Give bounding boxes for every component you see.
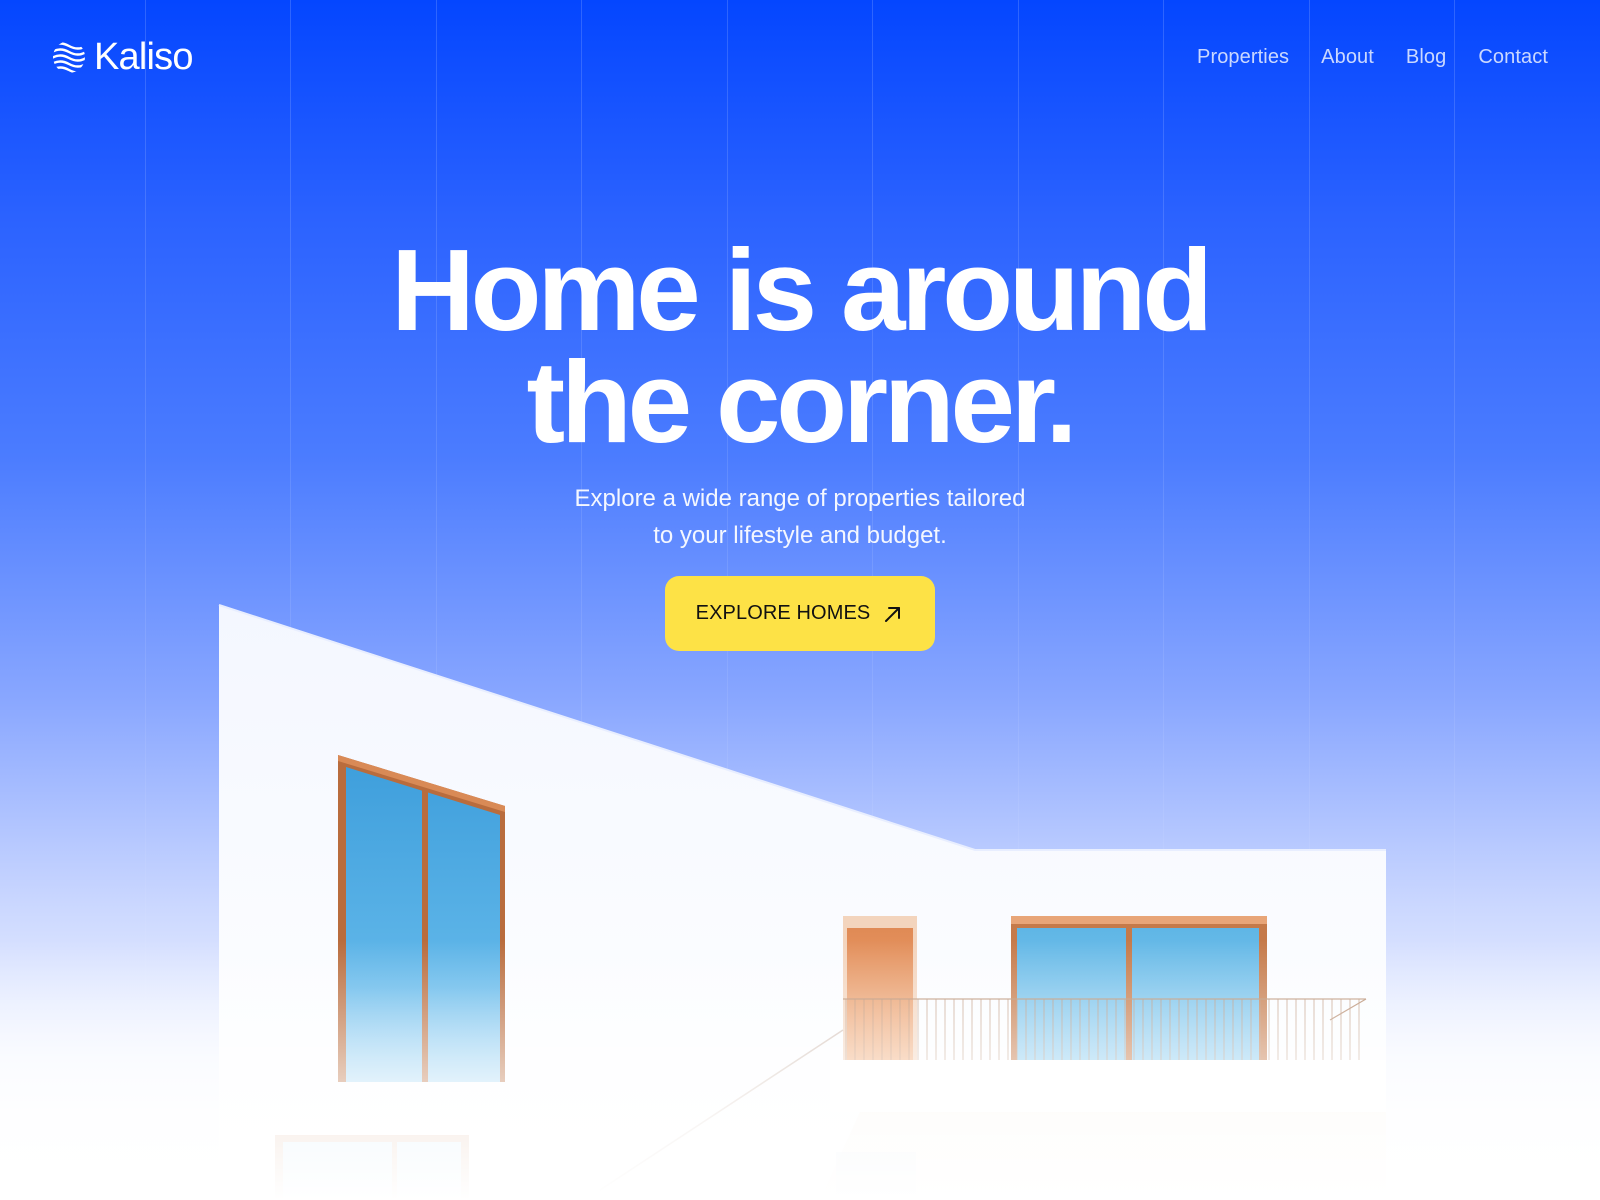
hero-subtitle-line-2: to your lifestyle and budget. bbox=[653, 522, 947, 549]
balcony-slab bbox=[830, 1060, 1386, 1112]
lower-left-window bbox=[275, 1135, 469, 1200]
balcony-window bbox=[1011, 916, 1267, 1060]
balcony-door bbox=[843, 916, 917, 1060]
explore-homes-button[interactable]: EXPLORE HOMES bbox=[665, 576, 935, 651]
lower-door bbox=[836, 1152, 916, 1200]
explore-homes-label: EXPLORE HOMES bbox=[695, 602, 871, 624]
tall-window bbox=[338, 755, 505, 1082]
arrow-up-right-icon bbox=[885, 606, 901, 622]
hero-title-line-2: the corner. bbox=[526, 337, 1078, 467]
hero-subtitle: Explore a wide range of properties tailo… bbox=[0, 480, 1600, 554]
hero-title-line-1: Home is around bbox=[391, 225, 1213, 355]
landing-page: Kaliso Properties About Blog Contact Hom… bbox=[0, 0, 1600, 1200]
hero-subtitle-line-1: Explore a wide range of properties tailo… bbox=[574, 485, 1026, 512]
hero-title: Home is around the corner. bbox=[0, 225, 1600, 467]
